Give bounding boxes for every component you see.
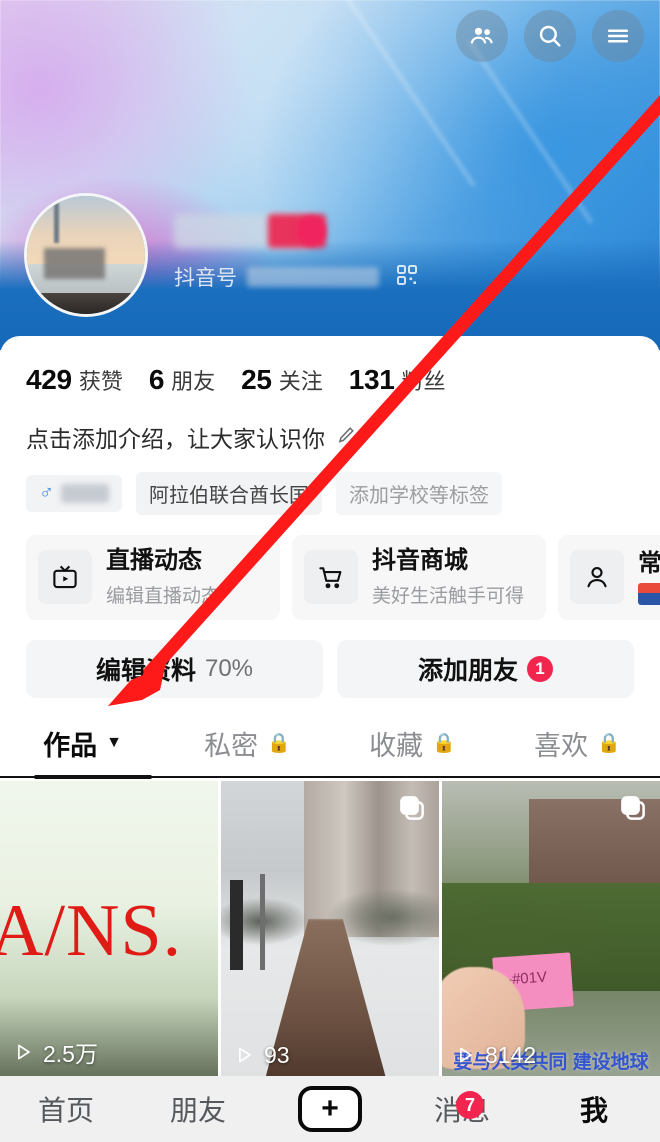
bio-text: 点击添加介绍，让大家认识你 — [26, 426, 325, 452]
shortcut-visitors[interactable]: 常访 — [558, 535, 660, 620]
edit-profile-percent: 70% — [204, 654, 254, 682]
profile-name-badge-dot — [296, 216, 326, 246]
stat-value: 429 — [26, 364, 72, 395]
shortcut-live[interactable]: 直播动态 编辑直播动态 — [26, 535, 280, 620]
tag-add-school[interactable]: 添加学校等标签 — [336, 472, 502, 515]
stat-friends[interactable]: 6 朋友 — [149, 364, 215, 396]
play-count-value: 2.5万 — [43, 1040, 98, 1067]
live-tv-icon — [38, 550, 92, 605]
tab-label: 作品 — [43, 730, 98, 761]
douyin-id-label: 抖音号 — [174, 267, 237, 290]
search-icon[interactable] — [524, 10, 576, 62]
chevron-down-icon[interactable]: ▼ — [106, 734, 122, 752]
video-grid: A/NS. 2.5万 93 -#01V 要与人类共同 建设地球 8142 — [0, 779, 660, 1081]
video-cell[interactable]: A/NS. 2.5万 — [0, 780, 218, 1081]
shortcut-subtitle: 编辑直播动态 — [106, 585, 221, 607]
tab-collection[interactable]: 收藏 🔒 — [330, 724, 495, 779]
lock-icon: 🔒 — [432, 733, 456, 755]
tab-label: 收藏 — [369, 730, 424, 761]
action-buttons-row: 编辑资料 70% 添加朋友 1 — [0, 620, 660, 698]
stat-label: 粉丝 — [401, 369, 446, 394]
male-icon: ♂ — [39, 482, 54, 504]
add-friend-label: 添加朋友 — [417, 656, 518, 685]
nav-item-friends[interactable]: 朋友 — [132, 1089, 264, 1129]
douyin-profile-screen: 抖音号 429 获赞 6 朋友 25 关注 131 粉丝 点击添加介绍，让大家认… — [0, 0, 660, 1142]
stat-label: 关注 — [278, 369, 323, 394]
qr-code-icon[interactable] — [395, 263, 419, 292]
shortcut-cards-row: 直播动态 编辑直播动态 抖音商城 美好生活触手可得 常 — [0, 515, 660, 620]
edit-profile-label: 编辑资料 — [95, 656, 196, 685]
stat-likes[interactable]: 429 获赞 — [26, 364, 123, 396]
bottom-navigation: 首页 朋友 + 消息 7 我 — [0, 1076, 660, 1142]
douyin-id-row[interactable]: 抖音号 — [174, 262, 419, 292]
add-friend-badge: 1 — [527, 655, 553, 682]
nav-item-messages[interactable]: 消息 7 — [396, 1089, 528, 1129]
tab-label: 私密 — [204, 730, 259, 761]
shortcut-title: 常访 — [638, 549, 660, 577]
nav-item-me[interactable]: 我 — [528, 1089, 660, 1129]
video-cell[interactable]: -#01V 要与人类共同 建设地球 8142 — [442, 780, 660, 1081]
stats-row: 429 获赞 6 朋友 25 关注 131 粉丝 — [0, 336, 660, 396]
shortcut-title: 直播动态 — [106, 547, 202, 574]
menu-icon[interactable] — [592, 10, 644, 62]
shortcut-thumbnail — [638, 583, 660, 606]
shortcut-title: 抖音商城 — [372, 547, 468, 574]
nav-label: 朋友 — [169, 1095, 226, 1126]
video-play-count: 8142 — [454, 1042, 536, 1069]
video-overlay-text: A/NS. — [0, 889, 183, 972]
stat-following[interactable]: 25 关注 — [241, 364, 323, 396]
tab-works[interactable]: 作品 ▼ — [0, 724, 165, 779]
stat-label: 朋友 — [171, 369, 216, 394]
tag-location[interactable]: 阿拉伯联合酋长国 — [136, 472, 322, 515]
douyin-id-value-masked — [247, 267, 379, 287]
video-cell[interactable]: 93 — [221, 780, 439, 1081]
stat-value: 25 — [241, 364, 272, 395]
lock-icon: 🔒 — [597, 733, 621, 755]
shortcut-mall[interactable]: 抖音商城 美好生活触手可得 — [292, 535, 546, 620]
tab-liked[interactable]: 喜欢 🔒 — [495, 724, 660, 779]
play-count-value: 8142 — [485, 1041, 537, 1068]
content-tabs: 作品 ▼ 私密 🔒 收藏 🔒 喜欢 🔒 — [0, 698, 660, 779]
tab-private[interactable]: 私密 🔒 — [165, 724, 330, 779]
nav-item-home[interactable]: 首页 — [0, 1089, 132, 1129]
messages-badge: 7 — [456, 1091, 484, 1119]
shortcut-subtitle: 美好生活触手可得 — [372, 585, 525, 607]
stat-label: 获赞 — [78, 369, 123, 394]
age-value-masked — [61, 484, 109, 503]
nav-item-create[interactable]: + — [264, 1086, 396, 1132]
tag-location-label: 阿拉伯联合酋长国 — [149, 485, 309, 507]
pencil-icon[interactable] — [335, 424, 357, 451]
lock-icon: 🔒 — [267, 733, 291, 755]
multi-image-icon — [397, 793, 427, 828]
person-icon — [570, 550, 624, 605]
stat-value: 131 — [348, 364, 395, 395]
play-count-value: 93 — [264, 1041, 290, 1068]
nav-label: 我 — [579, 1095, 608, 1126]
stat-value: 6 — [148, 364, 165, 395]
profile-content-card: 429 获赞 6 朋友 25 关注 131 粉丝 点击添加介绍，让大家认识你 ♂… — [0, 336, 660, 1142]
friends-icon[interactable] — [456, 10, 508, 62]
plus-icon[interactable]: + — [298, 1086, 362, 1132]
add-friend-button[interactable]: 添加朋友 1 — [337, 639, 634, 698]
tab-active-indicator — [34, 774, 152, 779]
cart-icon — [304, 550, 358, 605]
video-play-count: 2.5万 — [12, 1035, 98, 1069]
multi-image-icon — [618, 793, 648, 828]
tag-add-school-label: 添加学校等标签 — [349, 485, 489, 507]
tag-gender-age[interactable]: ♂ — [26, 475, 122, 512]
tab-label: 喜欢 — [534, 730, 589, 761]
edit-profile-button[interactable]: 编辑资料 70% — [26, 639, 323, 698]
tags-row: ♂ 阿拉伯联合酋长国 添加学校等标签 — [0, 454, 660, 515]
bio-row[interactable]: 点击添加介绍，让大家认识你 — [0, 396, 660, 454]
nav-label: 首页 — [37, 1095, 94, 1126]
avatar[interactable] — [24, 193, 148, 317]
stat-followers[interactable]: 131 粉丝 — [349, 364, 446, 396]
video-play-count: 93 — [233, 1042, 290, 1069]
header-icon-group — [456, 10, 644, 62]
